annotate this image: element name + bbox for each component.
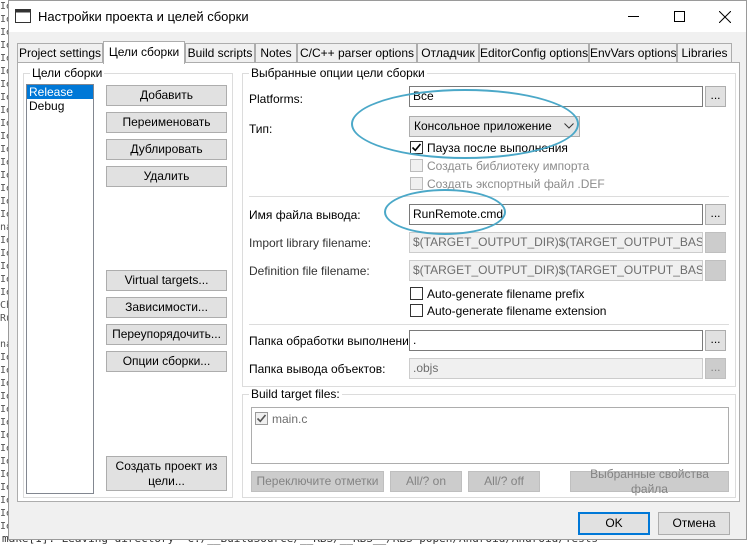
import-library-filename-field[interactable]: $(TARGET_OUTPUT_DIR)$(TARGET_OUTPUT_BASE… bbox=[409, 232, 703, 253]
output-filename-field[interactable]: RunRemote.cmd bbox=[409, 204, 703, 225]
pause-after-run-label: Пауза после выполнения bbox=[427, 140, 568, 155]
tab-project-settings[interactable]: Project settings bbox=[17, 43, 103, 63]
tab-debugger[interactable]: Отладчик bbox=[417, 43, 479, 63]
platforms-browse-button[interactable]: ... bbox=[705, 86, 726, 107]
import-library-browse-button[interactable] bbox=[705, 232, 726, 253]
tab-editorconfig[interactable]: EditorConfig options bbox=[479, 43, 589, 63]
objects-dir-label: Папка вывода объектов: bbox=[249, 362, 386, 376]
window-title: Настройки проекта и целей сборки bbox=[38, 9, 249, 24]
close-button[interactable] bbox=[702, 1, 747, 32]
working-dir-browse-button[interactable]: ... bbox=[705, 330, 726, 351]
dependencies-button[interactable]: Зависимости... bbox=[106, 297, 227, 318]
output-filename-browse-button[interactable]: ... bbox=[705, 204, 726, 225]
checkbox-box bbox=[410, 159, 423, 172]
auto-prefix-label: Auto-generate filename prefix bbox=[427, 286, 585, 301]
auto-prefix-checkbox[interactable]: Auto-generate filename prefix bbox=[410, 286, 584, 301]
objects-dir-browse-button[interactable]: ... bbox=[705, 358, 726, 379]
definition-filename-field[interactable]: $(TARGET_OUTPUT_DIR)$(TARGET_OUTPUT_BASE… bbox=[409, 260, 703, 281]
working-dir-field[interactable]: . bbox=[409, 330, 703, 351]
output-filename-label: Имя файла вывода: bbox=[249, 208, 361, 222]
cancel-button[interactable]: Отмена bbox=[658, 512, 730, 535]
create-def-file-label: Создать экспортный файл .DEF bbox=[427, 176, 605, 191]
checkmark-icon bbox=[256, 414, 267, 423]
chevron-down-icon bbox=[564, 123, 574, 129]
delete-target-button[interactable]: Удалить bbox=[106, 166, 227, 187]
reorder-button[interactable]: Переупорядочить... bbox=[106, 324, 227, 345]
type-select[interactable]: Консольное приложение bbox=[409, 116, 580, 137]
tab-build-scripts[interactable]: Build scripts bbox=[185, 43, 255, 63]
checkbox-box bbox=[410, 287, 423, 300]
working-dir-label: Папка обработки выполнения: bbox=[249, 334, 419, 348]
tab-notes[interactable]: Notes bbox=[255, 43, 297, 63]
auto-extension-checkbox[interactable]: Auto-generate filename extension bbox=[410, 303, 606, 318]
add-target-button[interactable]: Добавить bbox=[106, 85, 227, 106]
file-item-main-c[interactable]: main.c bbox=[255, 411, 307, 426]
create-import-lib-checkbox[interactable]: Создать библиотеку импорта bbox=[410, 158, 589, 173]
duplicate-target-button[interactable]: Дублировать bbox=[106, 139, 227, 160]
options-separator bbox=[249, 196, 729, 197]
targets-group-title: Цели сборки bbox=[30, 66, 105, 80]
auto-extension-label: Auto-generate filename extension bbox=[427, 303, 607, 318]
tab-envvars[interactable]: EnvVars options bbox=[589, 43, 677, 63]
type-label: Тип: bbox=[249, 122, 273, 136]
target-item-debug[interactable]: Debug bbox=[27, 99, 93, 113]
definition-filename-label: Definition file filename: bbox=[249, 264, 370, 278]
build-target-files-group: Build target files: main.c Переключите о… bbox=[242, 387, 736, 498]
create-project-button[interactable]: Создать проект из цели... bbox=[106, 456, 227, 491]
window-app-icon bbox=[15, 9, 31, 23]
rename-target-button[interactable]: Переименовать bbox=[106, 112, 227, 133]
tab-libraries[interactable]: Libraries bbox=[677, 43, 732, 63]
title-bar[interactable]: Настройки проекта и целей сборки bbox=[9, 1, 746, 32]
checkbox-box bbox=[410, 141, 423, 154]
maximize-icon bbox=[673, 11, 685, 22]
tab-build-targets[interactable]: Цели сборки bbox=[103, 41, 185, 64]
options-separator-2 bbox=[249, 324, 729, 325]
all-off-button[interactable]: All/? off bbox=[468, 471, 540, 492]
definition-filename-browse-button[interactable] bbox=[705, 260, 726, 281]
project-settings-dialog: Настройки проекта и целей сборки Project… bbox=[8, 0, 747, 540]
target-options-group-title: Выбранные опции цели сборки bbox=[249, 66, 427, 80]
platforms-field[interactable]: Все bbox=[409, 86, 703, 107]
file-item-label: main.c bbox=[272, 411, 308, 426]
type-select-value: Консольное приложение bbox=[414, 119, 552, 133]
targets-group: Цели сборки Release Debug Добавить Переи… bbox=[23, 66, 233, 498]
toggle-checks-button[interactable]: Переключите отметки bbox=[251, 471, 384, 492]
checkbox-box bbox=[255, 412, 268, 425]
maximize-button[interactable] bbox=[656, 1, 702, 32]
import-library-filename-label: Import library filename: bbox=[249, 236, 372, 250]
objects-dir-field[interactable]: .objs bbox=[409, 358, 703, 379]
close-icon bbox=[719, 10, 731, 23]
platforms-label: Platforms: bbox=[249, 92, 304, 106]
all-on-button[interactable]: All/? on bbox=[390, 471, 462, 492]
build-target-files-title: Build target files: bbox=[249, 387, 342, 401]
build-files-list[interactable]: main.c bbox=[251, 407, 729, 464]
pause-after-run-checkbox[interactable]: Пауза после выполнения bbox=[410, 140, 568, 155]
minimize-button[interactable] bbox=[610, 1, 656, 32]
target-item-release[interactable]: Release bbox=[27, 85, 93, 99]
build-targets-panel: Цели сборки Release Debug Добавить Переи… bbox=[17, 62, 740, 502]
create-import-lib-label: Создать библиотеку импорта bbox=[427, 158, 590, 173]
create-def-file-checkbox[interactable]: Создать экспортный файл .DEF bbox=[410, 176, 605, 191]
ok-button[interactable]: OK bbox=[578, 512, 650, 535]
checkbox-box bbox=[410, 177, 423, 190]
file-properties-button[interactable]: Выбранные свойства файла bbox=[570, 467, 729, 496]
target-options-group: Выбранные опции цели сборки Platforms: В… bbox=[242, 66, 736, 387]
checkmark-icon bbox=[411, 143, 422, 152]
checkbox-box bbox=[410, 304, 423, 317]
virtual-targets-button[interactable]: Virtual targets... bbox=[106, 270, 227, 291]
targets-list[interactable]: Release Debug bbox=[26, 84, 94, 494]
tab-parser-options[interactable]: C/C++ parser options bbox=[297, 43, 417, 63]
build-options-button[interactable]: Опции сборки... bbox=[106, 351, 227, 372]
minimize-icon bbox=[627, 16, 639, 17]
